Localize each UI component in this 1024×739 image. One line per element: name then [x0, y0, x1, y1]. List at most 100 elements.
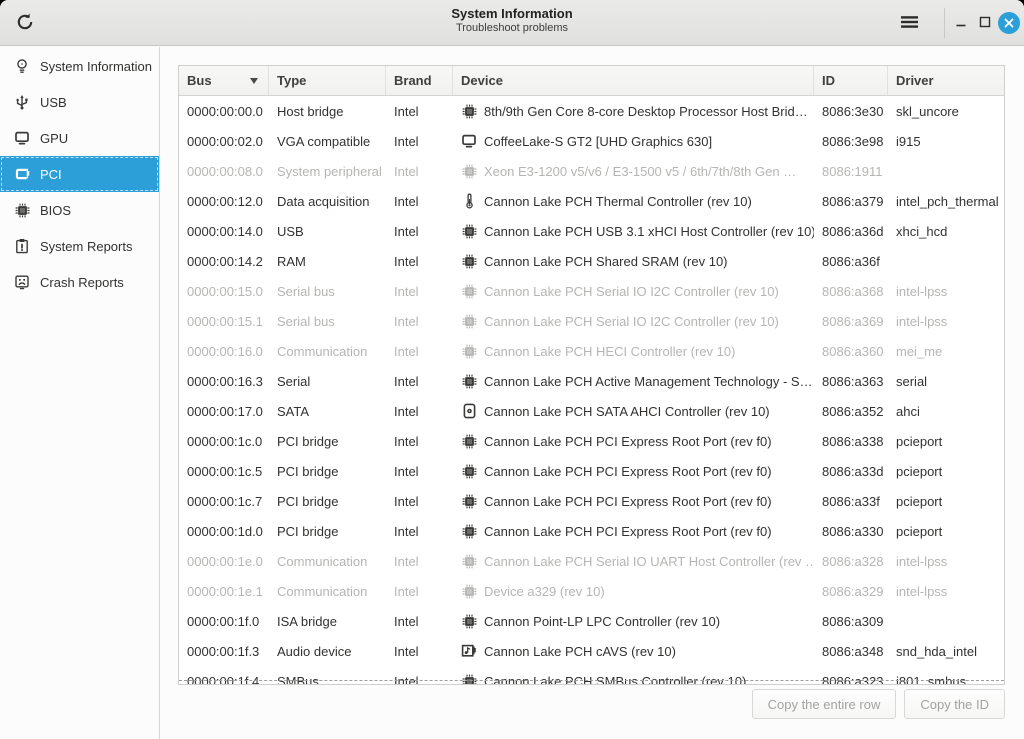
titlebar-separator: [944, 8, 945, 38]
minimize-icon: [955, 16, 967, 31]
refresh-button[interactable]: [10, 8, 40, 38]
hamburger-menu-button[interactable]: [894, 8, 924, 38]
sidebar-item-usb[interactable]: USB: [0, 84, 159, 120]
cell-device: Cannon Lake PCH Active Management Techno…: [453, 373, 814, 389]
sidebar-item-label: GPU: [40, 131, 68, 146]
table-row[interactable]: 0000:00:1e.1CommunicationIntelDevice a32…: [179, 576, 1004, 606]
cell-driver: intel-lpss: [888, 314, 1005, 329]
cell-device: Cannon Lake PCH PCI Express Root Port (r…: [453, 463, 814, 479]
cell-type: PCI bridge: [269, 524, 386, 539]
table-row[interactable]: 0000:00:1f.3Audio deviceIntelCannon Lake…: [179, 636, 1004, 666]
sidebar-item-crash-reports[interactable]: Crash Reports: [0, 264, 159, 300]
column-header-label: Bus: [187, 73, 212, 88]
sidebar-item-system-information[interactable]: System Information: [0, 48, 159, 84]
table-row[interactable]: 0000:00:12.0Data acquisitionIntelCannon …: [179, 186, 1004, 216]
cell-type: PCI bridge: [269, 494, 386, 509]
chip-icon: [461, 103, 477, 119]
cell-id: 8086:a363: [814, 374, 888, 389]
device-name: Cannon Lake PCH Shared SRAM (rev 10): [484, 254, 728, 269]
device-name: Cannon Lake PCH Active Management Techno…: [484, 374, 813, 389]
column-header-label: Device: [461, 73, 503, 88]
copy-entire-row-button[interactable]: Copy the entire row: [752, 689, 897, 719]
cell-bus: 0000:00:1f.0: [179, 614, 269, 629]
cell-brand: Intel: [386, 434, 453, 449]
sidebar-item-system-reports[interactable]: System Reports: [0, 228, 159, 264]
cell-id: 8086:a33d: [814, 464, 888, 479]
device-name: Cannon Lake PCH PCI Express Root Port (r…: [484, 524, 772, 539]
cell-id: 8086:3e98: [814, 134, 888, 149]
cell-bus: 0000:00:00.0: [179, 104, 269, 119]
column-header-device[interactable]: Device: [453, 66, 814, 95]
table-row[interactable]: 0000:00:1d.0PCI bridgeIntelCannon Lake P…: [179, 516, 1004, 546]
device-name: Cannon Lake PCH PCI Express Root Port (r…: [484, 434, 772, 449]
device-name: Device a329 (rev 10): [484, 584, 605, 599]
table-row[interactable]: 0000:00:00.0Host bridgeIntel8th/9th Gen …: [179, 96, 1004, 126]
close-button[interactable]: [992, 8, 1024, 38]
cell-bus: 0000:00:1c.0: [179, 434, 269, 449]
column-header-driver[interactable]: Driver: [888, 66, 1005, 95]
copy-id-button[interactable]: Copy the ID: [904, 689, 1005, 719]
cell-brand: Intel: [386, 134, 453, 149]
table-row[interactable]: 0000:00:15.0Serial busIntelCannon Lake P…: [179, 276, 1004, 306]
table-row[interactable]: 0000:00:1f.4SMBusIntelCannon Lake PCH SM…: [179, 666, 1004, 685]
cell-type: Serial bus: [269, 314, 386, 329]
crash-face-icon: [13, 273, 31, 291]
sidebar-item-gpu[interactable]: GPU: [0, 120, 159, 156]
column-header-type[interactable]: Type: [269, 66, 386, 95]
cell-brand: Intel: [386, 194, 453, 209]
column-header-brand[interactable]: Brand: [386, 66, 453, 95]
cell-id: 8086:a330: [814, 524, 888, 539]
column-header-id[interactable]: ID: [814, 66, 888, 95]
cell-brand: Intel: [386, 644, 453, 659]
cell-type: SATA: [269, 404, 386, 419]
device-name: Cannon Lake PCH HECI Controller (rev 10): [484, 344, 735, 359]
sidebar-item-pci[interactable]: PCI: [0, 156, 159, 192]
table-row[interactable]: 0000:00:1c.7PCI bridgeIntelCannon Lake P…: [179, 486, 1004, 516]
clipboard-icon: [13, 237, 31, 255]
table-row[interactable]: 0000:00:17.0SATAIntelCannon Lake PCH SAT…: [179, 396, 1004, 426]
chip-icon: [461, 283, 477, 299]
cell-bus: 0000:00:1e.1: [179, 584, 269, 599]
cell-driver: pcieport: [888, 434, 1005, 449]
table-row[interactable]: 0000:00:16.3SerialIntelCannon Lake PCH A…: [179, 366, 1004, 396]
table-row[interactable]: 0000:00:1f.0ISA bridgeIntelCannon Point-…: [179, 606, 1004, 636]
thermometer-icon: [461, 193, 477, 209]
cell-type: USB: [269, 224, 386, 239]
chip-icon: [461, 163, 477, 179]
cell-device: Cannon Lake PCH Shared SRAM (rev 10): [453, 253, 814, 269]
table-row[interactable]: 0000:00:02.0VGA compatibleIntelCoffeeLak…: [179, 126, 1004, 156]
device-name: Cannon Lake PCH Thermal Controller (rev …: [484, 194, 752, 209]
cell-id: 8086:a36f: [814, 254, 888, 269]
cell-device: Cannon Lake PCH SMBus Controller (rev 10…: [453, 673, 814, 685]
cell-bus: 0000:00:1d.0: [179, 524, 269, 539]
cell-device: Cannon Lake PCH Serial IO I2C Controller…: [453, 313, 814, 329]
device-name: Cannon Lake PCH cAVS (rev 10): [484, 644, 676, 659]
cell-type: PCI bridge: [269, 434, 386, 449]
sidebar-item-label: System Reports: [40, 239, 132, 254]
table-row[interactable]: 0000:00:16.0CommunicationIntelCannon Lak…: [179, 336, 1004, 366]
cell-brand: Intel: [386, 284, 453, 299]
table-row[interactable]: 0000:00:08.0System peripheralIntelXeon E…: [179, 156, 1004, 186]
cell-device: Xeon E3-1200 v5/v6 / E3-1500 v5 / 6th/7t…: [453, 163, 814, 179]
cell-bus: 0000:00:15.0: [179, 284, 269, 299]
chip-icon: [461, 493, 477, 509]
table-row[interactable]: 0000:00:1c.5PCI bridgeIntelCannon Lake P…: [179, 456, 1004, 486]
sidebar-item-label: Crash Reports: [40, 275, 124, 290]
cell-brand: Intel: [386, 404, 453, 419]
window-title: System Information: [0, 6, 1024, 21]
cell-type: Host bridge: [269, 104, 386, 119]
cell-brand: Intel: [386, 374, 453, 389]
cell-id: 8086:a360: [814, 344, 888, 359]
column-header-bus[interactable]: Bus: [179, 66, 269, 95]
table-row[interactable]: 0000:00:15.1Serial busIntelCannon Lake P…: [179, 306, 1004, 336]
cell-brand: Intel: [386, 344, 453, 359]
table-row[interactable]: 0000:00:14.0USBIntelCannon Lake PCH USB …: [179, 216, 1004, 246]
table-row[interactable]: 0000:00:1e.0CommunicationIntelCannon Lak…: [179, 546, 1004, 576]
footer-actions: Copy the entire row Copy the ID: [752, 689, 1005, 719]
device-name: Cannon Lake PCH SATA AHCI Controller (re…: [484, 404, 770, 419]
cell-bus: 0000:00:12.0: [179, 194, 269, 209]
table-row[interactable]: 0000:00:14.2RAMIntelCannon Lake PCH Shar…: [179, 246, 1004, 276]
chip-icon: [461, 553, 477, 569]
sidebar-item-bios[interactable]: BIOS: [0, 192, 159, 228]
table-row[interactable]: 0000:00:1c.0PCI bridgeIntel Cannon Lake P…: [179, 426, 1004, 456]
